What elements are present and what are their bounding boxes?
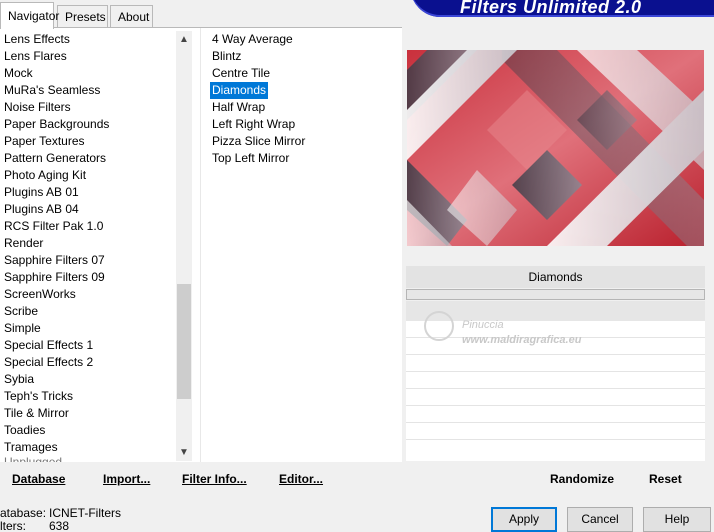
filter-list[interactable]: 4 Way Average Blintz Centre Tile Diamond… <box>210 31 392 167</box>
category-item[interactable]: Tile & Mirror <box>4 405 172 422</box>
category-item[interactable]: Plugins AB 04 <box>4 201 172 218</box>
category-scrollbar[interactable]: ▲ ▼ <box>176 31 192 461</box>
filter-row: Blintz <box>212 48 392 65</box>
watermark-logo-icon <box>424 311 454 341</box>
filter-row: Left Right Wrap <box>212 116 392 133</box>
parameter-row-line <box>406 388 705 389</box>
navigator-panel: Lens Effects Lens Flares Mock MuRa's Sea… <box>0 28 402 462</box>
filter-item-selected[interactable]: Diamonds <box>210 82 269 99</box>
category-item[interactable]: Sapphire Filters 09 <box>4 269 172 286</box>
randomize-button[interactable]: Randomize <box>550 472 614 486</box>
tab-navigator[interactable]: Navigator <box>0 2 59 29</box>
category-item[interactable]: Mock <box>4 65 172 82</box>
tab-navigator-label: Navigator <box>8 9 60 23</box>
category-item[interactable]: Lens Flares <box>4 48 172 65</box>
filter-item[interactable]: Top Left Mirror <box>212 150 392 167</box>
database-button[interactable]: Database <box>12 472 65 486</box>
tab-presets[interactable]: Presets <box>57 5 108 28</box>
category-item[interactable]: Special Effects 1 <box>4 337 172 354</box>
category-item[interactable]: ScreenWorks <box>4 286 172 303</box>
category-item[interactable]: Toadies <box>4 422 172 439</box>
navigator-button-bar: Database Import... Filter Info... Editor… <box>0 462 402 492</box>
category-item[interactable]: RCS Filter Pak 1.0 <box>4 218 172 235</box>
tab-about[interactable]: About <box>110 5 153 28</box>
filter-preview-image <box>407 50 704 246</box>
watermark-name: Pinuccia <box>462 319 504 331</box>
category-item[interactable]: Render <box>4 235 172 252</box>
filter-item[interactable]: Centre Tile <box>212 65 392 82</box>
category-item[interactable]: Scribe <box>4 303 172 320</box>
filter-item[interactable]: Pizza Slice Mirror <box>212 133 392 150</box>
watermark: Pinuccia www.maldiragrafica.eu <box>420 307 610 353</box>
category-item[interactable]: Special Effects 2 <box>4 354 172 371</box>
parameter-row-line <box>406 354 705 355</box>
help-button[interactable]: Help <box>643 507 711 532</box>
list-divider <box>200 28 201 462</box>
filter-row: Centre Tile <box>212 65 392 82</box>
scroll-thumb[interactable] <box>177 284 191 399</box>
filter-item[interactable]: 4 Way Average <box>212 31 392 48</box>
parameter-row-line <box>406 405 705 406</box>
scroll-down-icon[interactable]: ▼ <box>176 444 192 461</box>
filter-item[interactable]: Blintz <box>212 48 392 65</box>
category-item[interactable]: MuRa's Seamless <box>4 82 172 99</box>
filter-row: Top Left Mirror <box>212 150 392 167</box>
preview-filter-name: Diamonds <box>406 266 705 288</box>
filters-count-value: 638 <box>49 519 70 532</box>
progress-bar <box>406 289 705 300</box>
cancel-button[interactable]: Cancel <box>567 507 633 532</box>
tab-presets-label: Presets <box>65 10 106 24</box>
category-item[interactable]: Lens Effects <box>4 31 172 48</box>
import-button[interactable]: Import... <box>103 472 150 486</box>
banner-title: Filters Unlimited 2.0 <box>460 0 642 17</box>
filter-row: Diamonds <box>210 82 392 99</box>
editor-button[interactable]: Editor... <box>279 472 323 486</box>
category-item[interactable]: Teph's Tricks <box>4 388 172 405</box>
category-item[interactable]: Paper Backgrounds <box>4 116 172 133</box>
category-list[interactable]: Lens Effects Lens Flares Mock MuRa's Sea… <box>4 31 172 462</box>
watermark-url: www.maldiragrafica.eu <box>462 334 582 346</box>
parameter-row-line <box>406 439 705 440</box>
category-item[interactable]: Simple <box>4 320 172 337</box>
category-item[interactable]: Sybia <box>4 371 172 388</box>
tab-about-label: About <box>118 10 150 24</box>
reset-button[interactable]: Reset <box>649 472 682 486</box>
filter-item[interactable]: Half Wrap <box>212 99 392 116</box>
category-item[interactable]: Photo Aging Kit <box>4 167 172 184</box>
category-item[interactable]: Paper Textures <box>4 133 172 150</box>
app-banner: Filters Unlimited 2.0 <box>410 0 714 17</box>
scroll-up-icon[interactable]: ▲ <box>176 31 192 48</box>
category-item[interactable]: Noise Filters <box>4 99 172 116</box>
filter-row: 4 Way Average <box>212 31 392 48</box>
category-item[interactable]: Sapphire Filters 07 <box>4 252 172 269</box>
parameter-row-line <box>406 371 705 372</box>
diamond-pattern-preview <box>407 50 704 246</box>
filter-info-button[interactable]: Filter Info... <box>182 472 247 486</box>
category-item[interactable]: Tramages <box>4 439 172 456</box>
filter-row: Pizza Slice Mirror <box>212 133 392 150</box>
filter-row: Half Wrap <box>212 99 392 116</box>
filters-count-label: lters: <box>0 519 27 532</box>
parameter-row-line <box>406 422 705 423</box>
category-item[interactable]: Pattern Generators <box>4 150 172 167</box>
filter-item[interactable]: Left Right Wrap <box>212 116 392 133</box>
apply-button[interactable]: Apply <box>491 507 557 532</box>
category-item[interactable]: Plugins AB 01 <box>4 184 172 201</box>
